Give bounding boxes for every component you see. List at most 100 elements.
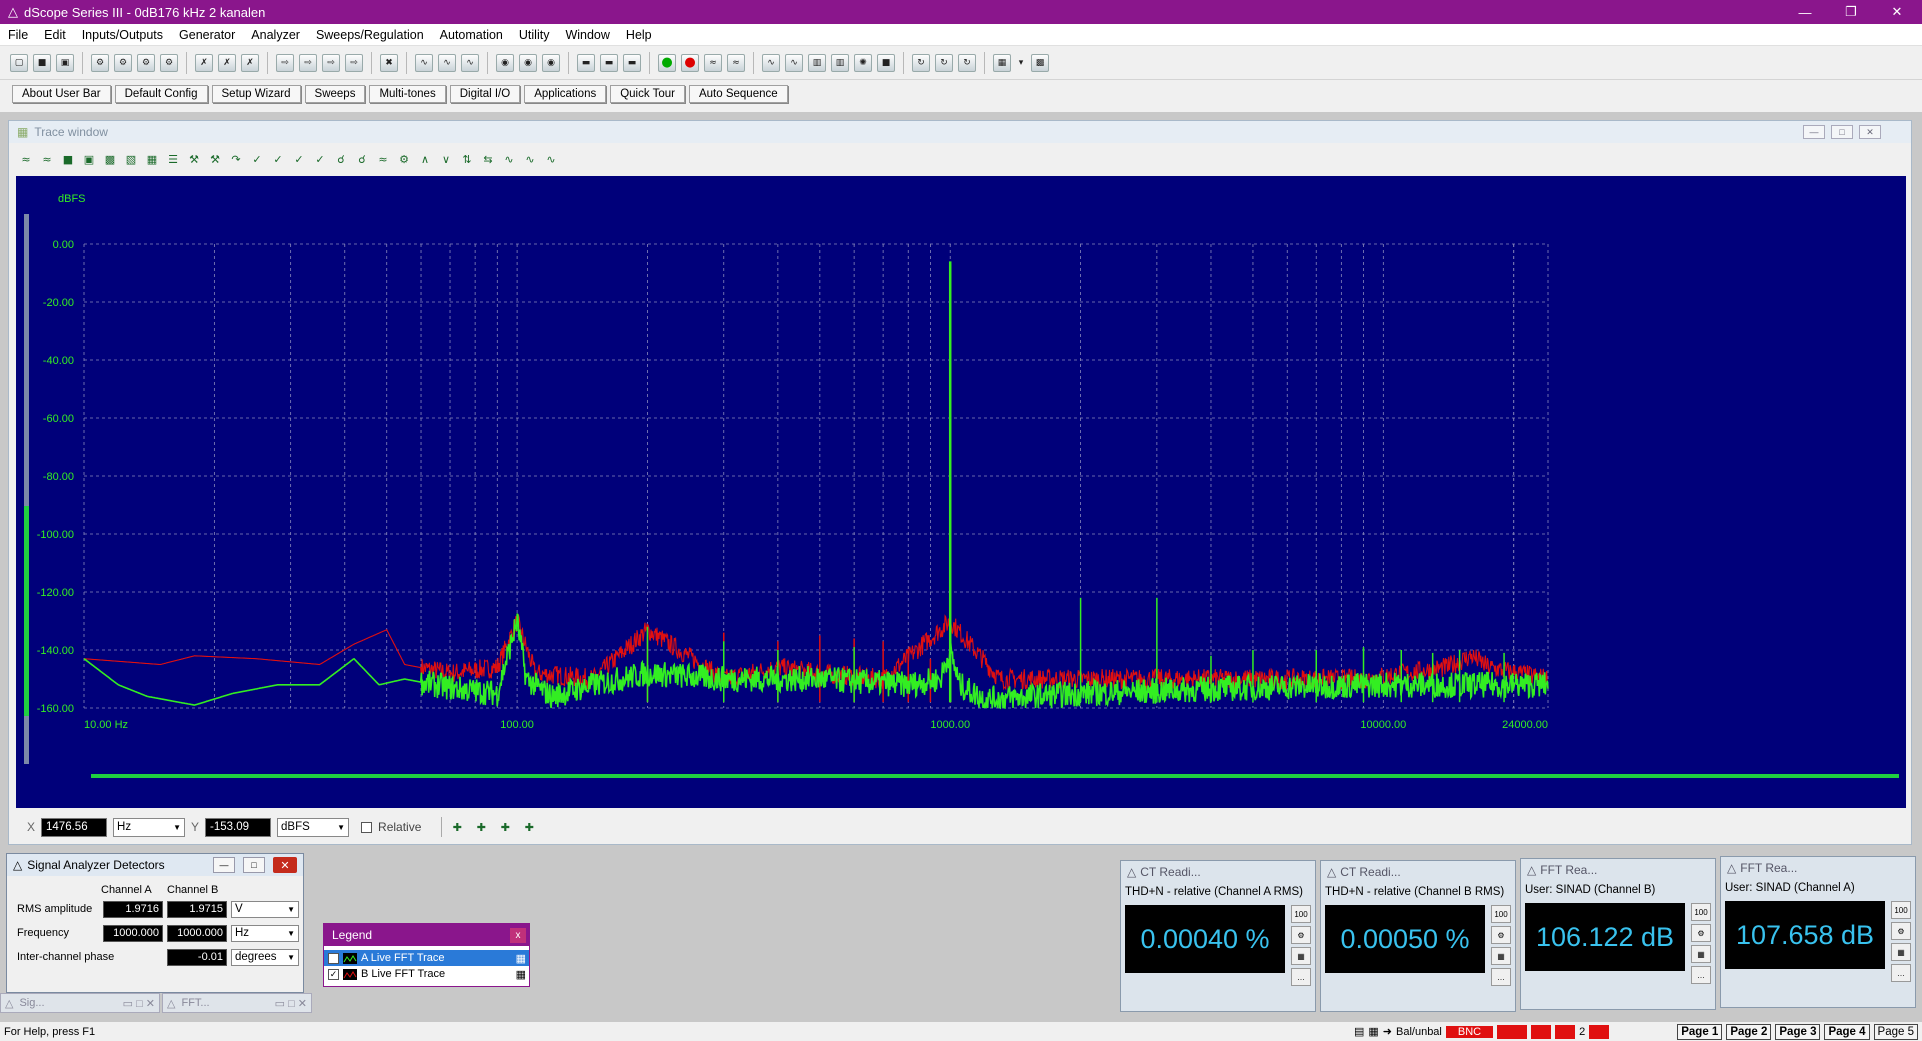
trace-maximize-button[interactable]: □ (1831, 125, 1853, 139)
reading-chart-icon[interactable]: ▦ (1491, 947, 1511, 965)
reading-chart-icon[interactable]: ▦ (1691, 945, 1711, 963)
cursor-y-value[interactable]: -153.09 (205, 817, 272, 837)
menu-inputs-outputs[interactable]: Inputs/Outputs (74, 28, 171, 42)
sync-1-icon[interactable]: ⇅ (458, 150, 476, 168)
config-dropdown-icon[interactable]: ▾ (1016, 54, 1026, 72)
save-all-icon[interactable]: ▣ (56, 53, 74, 72)
input-d-icon[interactable]: ⇨ (345, 53, 363, 72)
trace-tool-8-icon[interactable]: ☰ (164, 150, 182, 168)
zoom-fit-icon[interactable]: ↷ (227, 150, 245, 168)
legend-a-checkbox[interactable]: ✓ (328, 952, 339, 964)
menu-automation[interactable]: Automation (432, 28, 511, 42)
script-a-icon[interactable]: ↻ (912, 53, 930, 72)
setup-wizard-button[interactable]: Setup Wizard (211, 85, 301, 103)
legend-a-props-icon[interactable]: ▦ (516, 952, 526, 965)
detectors-maximize-button[interactable]: □ (243, 857, 265, 873)
menu-generator[interactable]: Generator (171, 28, 243, 42)
output-off-c-icon[interactable]: ✗ (241, 53, 259, 72)
reading-chart-icon[interactable]: ▦ (1891, 943, 1911, 961)
reading-probe-icon[interactable]: ⚙ (1491, 926, 1511, 944)
config-icon[interactable]: ▦ (993, 53, 1011, 72)
fft-icon[interactable]: ≈ (727, 53, 745, 72)
output-c-icon[interactable]: ⚙ (137, 53, 155, 72)
menu-help[interactable]: Help (618, 28, 660, 42)
trace-tool-7-icon[interactable]: ▦ (143, 150, 161, 168)
cursor-x-value[interactable]: 1476.56 (41, 817, 108, 837)
restore-icon[interactable]: ▭ □ ✕ (275, 997, 307, 1010)
close-button[interactable]: ✕ (1874, 0, 1920, 24)
menu-utility[interactable]: Utility (511, 28, 558, 42)
cursor-x-unit-select[interactable]: Hz ▼ (113, 817, 186, 837)
analyzer-b-icon[interactable]: ∿ (438, 53, 456, 72)
sweep-icon[interactable]: ≈ (704, 53, 722, 72)
cursor-tool-1-icon[interactable]: ✚ (448, 818, 466, 836)
cursor-3-icon[interactable]: ✓ (290, 150, 308, 168)
input-c-icon[interactable]: ⇨ (322, 53, 340, 72)
reading-setup-icon[interactable]: 100 (1491, 905, 1511, 923)
restore-button[interactable]: ❐ (1828, 0, 1874, 24)
reading-more-icon[interactable]: … (1691, 966, 1711, 984)
reading-setup-icon[interactable]: 100 (1891, 901, 1911, 919)
phase-unit-select[interactable]: degrees ▼ (231, 948, 299, 966)
script-c-icon[interactable]: ↻ (958, 53, 976, 72)
trace-c-icon[interactable]: ▥ (808, 53, 826, 72)
input-b-icon[interactable]: ⇨ (299, 53, 317, 72)
legend-item-a[interactable]: ✓ A Live FFT Trace ▦ (324, 950, 529, 966)
about-user-bar-button[interactable]: About User Bar (12, 85, 111, 103)
zoom-x-icon[interactable]: ⚒ (185, 150, 203, 168)
rms-unit-select[interactable]: V ▼ (231, 900, 299, 918)
trace-a-icon[interactable]: ∿ (762, 53, 780, 72)
trace-tool-1-icon[interactable]: ≈ (17, 150, 35, 168)
detectors-minimize-button[interactable]: — (213, 857, 235, 873)
legend-b-checkbox[interactable]: ✓ (328, 968, 339, 980)
record-icon[interactable]: ● (681, 53, 699, 72)
default-config-button[interactable]: Default Config (114, 85, 208, 103)
monitor-a-icon[interactable]: ◉ (496, 53, 514, 72)
trace-d-icon[interactable]: ▥ (831, 53, 849, 72)
monitor-c-icon[interactable]: ◉ (542, 53, 560, 72)
sweeps-button[interactable]: Sweeps (304, 85, 366, 103)
smooth-2-icon[interactable]: ∿ (521, 150, 539, 168)
channel-a-icon[interactable]: ▬ (577, 53, 595, 72)
restore-icon[interactable]: ▭ □ ✕ (123, 997, 155, 1010)
monitor-b-icon[interactable]: ◉ (519, 53, 537, 72)
page-3-tab[interactable]: Page 3 (1775, 1023, 1821, 1040)
channel-b-icon[interactable]: ▬ (600, 53, 618, 72)
page-1-tab[interactable]: Page 1 (1677, 1023, 1723, 1040)
reading-setup-icon[interactable]: 100 (1291, 905, 1311, 923)
trace-tool-2-icon[interactable]: ≈ (38, 150, 56, 168)
reading-probe-icon[interactable]: ⚙ (1291, 926, 1311, 944)
cursor-2-icon[interactable]: ✓ (269, 150, 287, 168)
cursor-tool-4-icon[interactable]: ✚ (520, 818, 538, 836)
applications-button[interactable]: Applications (524, 85, 607, 103)
reading-more-icon[interactable]: … (1291, 968, 1311, 986)
sync-2-icon[interactable]: ⇆ (479, 150, 497, 168)
reading-more-icon[interactable]: … (1491, 968, 1511, 986)
reading-probe-icon[interactable]: ⚙ (1691, 924, 1711, 942)
autoscale-icon[interactable]: ⚙ (395, 150, 413, 168)
relative-checkbox[interactable] (361, 821, 373, 833)
scope-icon[interactable]: ■ (877, 53, 895, 72)
channel-c-icon[interactable]: ▬ (623, 53, 641, 72)
marker-2-icon[interactable]: ☌ (353, 150, 371, 168)
smooth-3-icon[interactable]: ∿ (542, 150, 560, 168)
print-icon[interactable]: ▩ (1031, 53, 1049, 72)
marker-3-icon[interactable]: ≈ (374, 150, 392, 168)
multi-tones-button[interactable]: Multi-tones (369, 85, 446, 103)
run-icon[interactable]: ● (658, 53, 676, 72)
page-4-tab[interactable]: Page 4 (1824, 1023, 1870, 1040)
menu-window[interactable]: Window (557, 28, 617, 42)
reading-chart-icon[interactable]: ▦ (1291, 947, 1311, 965)
frequency-unit-select[interactable]: Hz ▼ (231, 924, 299, 942)
trace-tool-5-icon[interactable]: ▩ (101, 150, 119, 168)
trace-e-icon[interactable]: ✺ (854, 53, 872, 72)
input-a-icon[interactable]: ⇨ (276, 53, 294, 72)
smooth-1-icon[interactable]: ∿ (500, 150, 518, 168)
peak-1-icon[interactable]: ∧ (416, 150, 434, 168)
legend-item-b[interactable]: ✓ B Live FFT Trace ▦ (324, 966, 529, 982)
auto-sequence-button[interactable]: Auto Sequence (688, 85, 788, 103)
trace-minimize-button[interactable]: — (1803, 125, 1825, 139)
cursor-y-unit-select[interactable]: dBFS ▼ (277, 817, 350, 837)
analyzer-a-icon[interactable]: ∿ (415, 53, 433, 72)
reading-more-icon[interactable]: … (1891, 964, 1911, 982)
